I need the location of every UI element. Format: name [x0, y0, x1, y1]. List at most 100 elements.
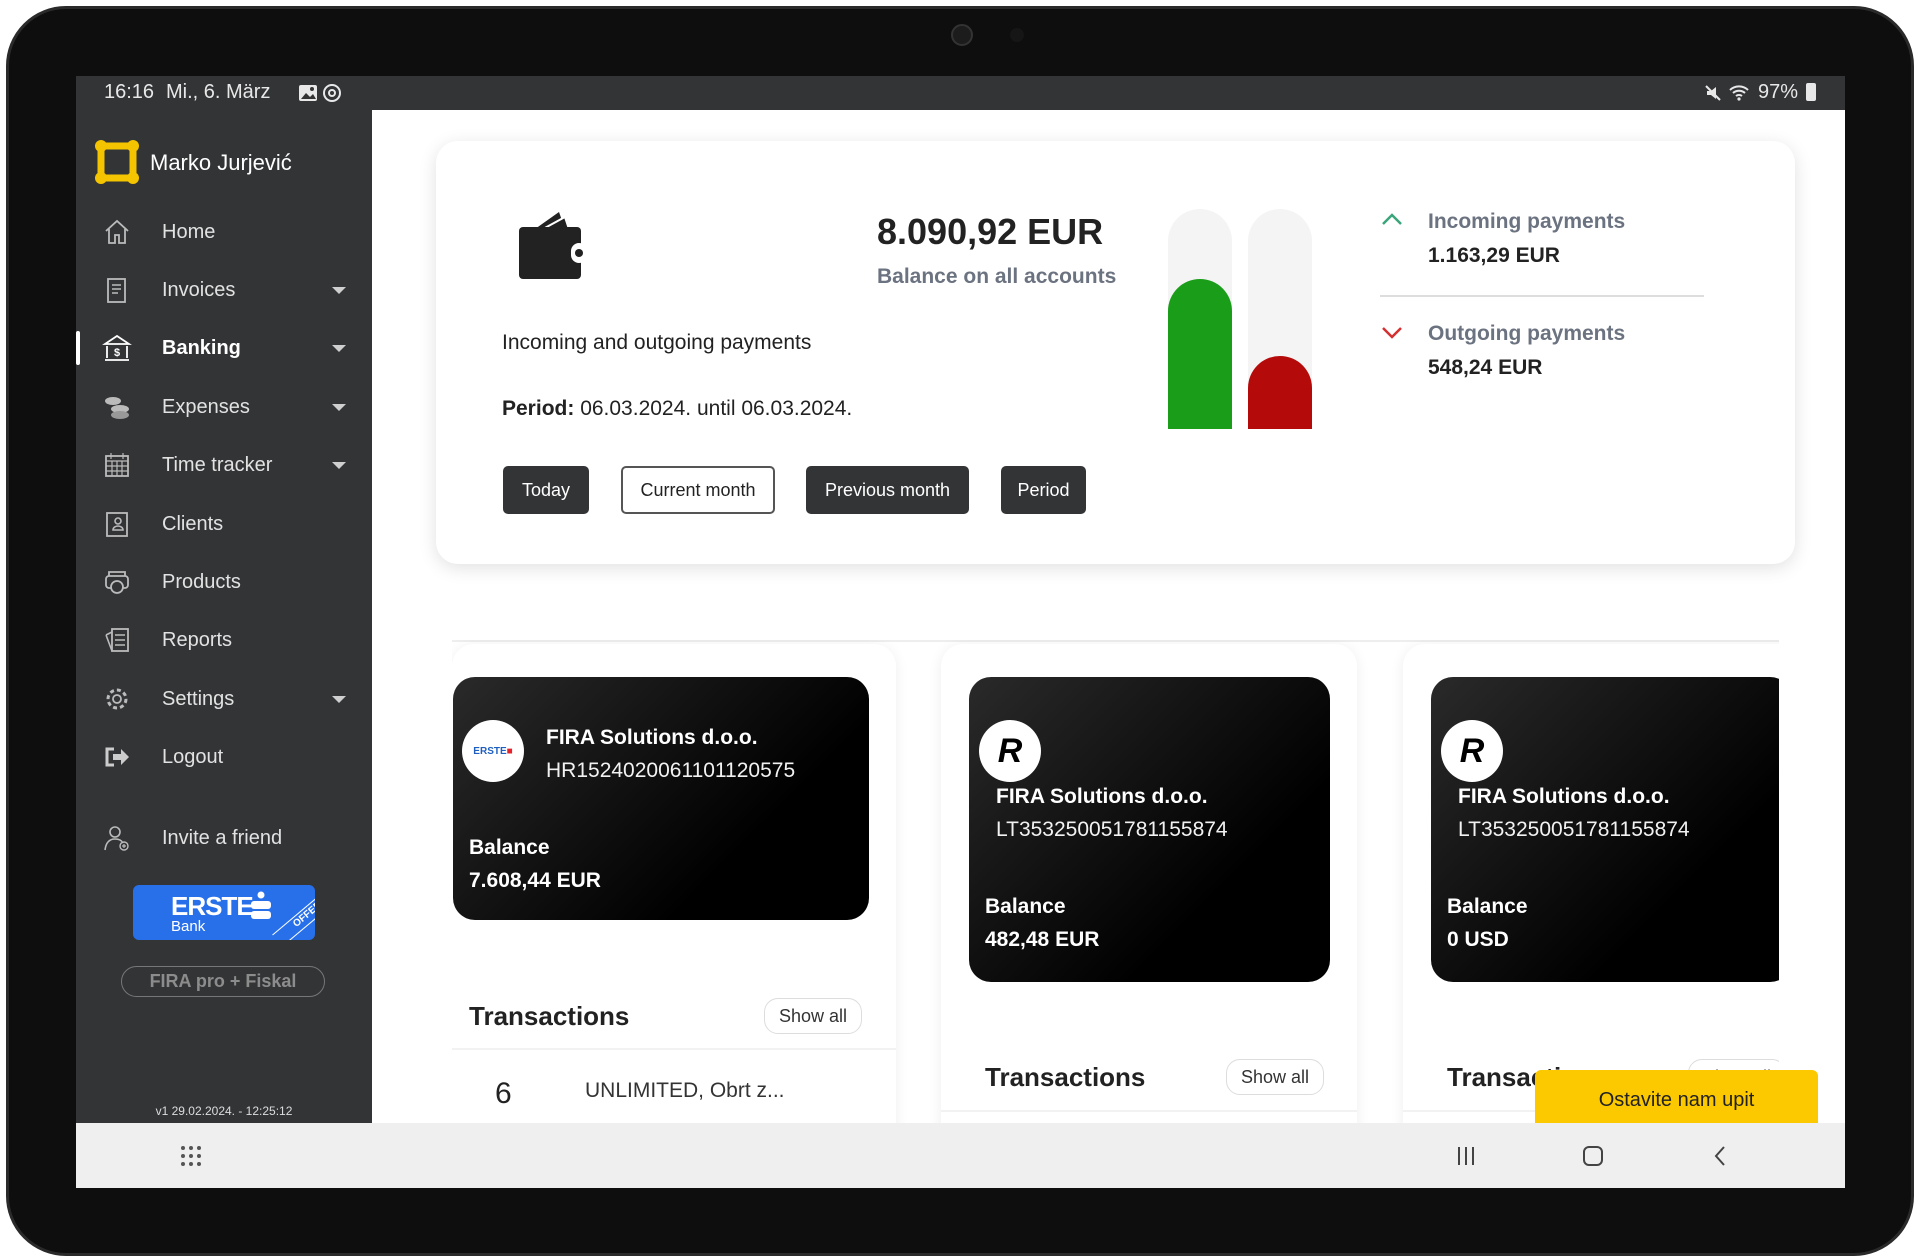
outgoing-label: Outgoing payments: [1428, 322, 1626, 345]
battery-percent: 97%: [1758, 81, 1799, 103]
period-button[interactable]: Period: [1001, 466, 1086, 514]
sync-icon: [323, 84, 341, 102]
recents-icon[interactable]: [1454, 1144, 1478, 1168]
incoming-bar: [1168, 279, 1232, 429]
sidebar-item-label: Expenses: [162, 395, 250, 418]
transactions-title: Transactions: [985, 1062, 1146, 1092]
offer-ribbon-text: OFFER: [291, 899, 315, 930]
sidebar-item-home[interactable]: Home: [76, 207, 372, 257]
account-card[interactable]: ERSTE■ FIRA Solutions d.o.o. HR152402006…: [453, 677, 869, 920]
sidebar-item-label: Clients: [162, 512, 224, 535]
account-name: FIRA Solutions d.o.o.: [546, 726, 758, 749]
battery-icon: [1806, 83, 1816, 101]
account-name: FIRA Solutions d.o.o.: [996, 785, 1208, 808]
account-card[interactable]: R FIRA Solutions d.o.o. LT35325005178115…: [1431, 677, 1779, 982]
balance-amount: 7.608,44 EUR: [469, 869, 601, 892]
invite-user-icon: [104, 826, 129, 851]
chevron-down-icon: [332, 461, 346, 469]
today-button[interactable]: Today: [503, 466, 589, 514]
bank-icon: $: [102, 334, 132, 361]
chevron-down-icon: [332, 695, 346, 703]
sidebar-item-label: Logout: [162, 745, 224, 768]
account-iban: LT353250051781155874: [996, 818, 1228, 841]
balance-amount: 0 USD: [1447, 928, 1509, 951]
wallet-icon: [519, 212, 587, 279]
sidebar-item-label: Banking: [162, 336, 241, 359]
sidebar-item-expenses[interactable]: Expenses: [76, 382, 372, 432]
sidebar-item-banking[interactable]: $ Banking: [76, 323, 372, 373]
transaction-row[interactable]: 6 UNLIMITED, Obrt z...: [452, 1064, 896, 1123]
transaction-day: 6: [495, 1077, 512, 1110]
revolut-logo: R: [979, 720, 1041, 782]
plan-badge[interactable]: FIRA pro + Fiskal: [121, 966, 325, 997]
version-label: v1 29.02.2024. - 12:25:12: [155, 1104, 293, 1118]
show-all-button[interactable]: Show all: [764, 998, 863, 1034]
sidebar-item-label: Settings: [162, 687, 235, 710]
divider: [941, 1110, 1357, 1112]
sidebar-item-label: Invoices: [162, 278, 236, 301]
android-nav-bar: [76, 1123, 1845, 1188]
sidebar-item-settings[interactable]: Settings: [76, 674, 372, 724]
sidebar-item-reports[interactable]: Reports: [76, 615, 372, 665]
sidebar-item-time-tracker[interactable]: Time tracker: [76, 440, 372, 490]
apps-icon[interactable]: [179, 1144, 203, 1168]
transactions-title: Transactions: [469, 1001, 630, 1031]
account-iban: HR1524020061101120575: [546, 759, 796, 782]
sidebar-item-label: Reports: [162, 628, 233, 651]
account-panel: ERSTE■ FIRA Solutions d.o.o. HR152402006…: [452, 644, 896, 1123]
offer-ribbon: OFFER: [272, 885, 315, 940]
incoming-bar-track: [1168, 209, 1232, 429]
summary-card: 8.090,92 EUR Balance on all accounts Inc…: [436, 141, 1795, 564]
sidebar-item-products[interactable]: Products: [76, 557, 372, 607]
chevron-down-icon: [332, 344, 346, 352]
chevron-down-icon: [332, 286, 346, 294]
period-label: Period:: [502, 397, 575, 420]
revolut-letter: R: [1459, 731, 1485, 770]
outgoing-amount: 548,24 EUR: [1428, 356, 1543, 379]
outgoing-bar-track: [1248, 209, 1312, 429]
erste-s-logo: [251, 891, 271, 919]
account-panel: R FIRA Solutions d.o.o. LT35325005178115…: [1403, 644, 1779, 1123]
invite-friend-link[interactable]: Invite a friend: [76, 813, 372, 863]
calendar-icon: [105, 453, 129, 477]
erste-offer-banner[interactable]: ERSTE Bank OFFER: [133, 885, 315, 940]
logout-icon: [105, 747, 129, 767]
arrow-up-icon: [1382, 213, 1402, 225]
balance-label: Balance: [469, 836, 550, 859]
previous-month-button[interactable]: Previous month: [806, 466, 969, 514]
screen: 16:16 Mi., 6. März 97% Marko Jurjević Ho…: [76, 76, 1845, 1188]
period-line: Period: 06.03.2024. until 06.03.2024.: [502, 397, 852, 421]
chevron-down-icon: [332, 403, 346, 411]
gallery-icon: [299, 85, 317, 101]
current-month-button[interactable]: Current month: [621, 466, 775, 514]
account-panel: R FIRA Solutions d.o.o. LT35325005178115…: [941, 644, 1357, 1123]
main-content: 8.090,92 EUR Balance on all accounts Inc…: [372, 110, 1845, 1123]
plan-label: FIRA pro + Fiskal: [149, 971, 297, 991]
home-button-icon[interactable]: [1581, 1144, 1605, 1168]
sidebar-item-invoices[interactable]: Invoices: [76, 265, 372, 315]
revolut-letter: R: [997, 731, 1023, 770]
back-icon[interactable]: [1709, 1144, 1733, 1168]
account-card[interactable]: R FIRA Solutions d.o.o. LT35325005178115…: [969, 677, 1330, 982]
show-all-button[interactable]: Show all: [1226, 1059, 1325, 1095]
svg-text:$: $: [114, 347, 120, 359]
payments-divider: [1380, 295, 1704, 297]
revolut-logo: R: [1441, 720, 1503, 782]
carousel-top-line: [452, 640, 1779, 642]
invoice-icon: [107, 278, 126, 303]
sidebar-item-label: Time tracker: [162, 453, 273, 476]
sidebar-item-label: Products: [162, 570, 241, 593]
status-date: Mi., 6. März: [166, 81, 271, 103]
sidebar-item-logout[interactable]: Logout: [76, 732, 372, 782]
period-value: 06.03.2024. until 06.03.2024.: [580, 397, 853, 420]
incoming-label: Incoming payments: [1428, 210, 1626, 233]
reports-icon: [105, 628, 129, 652]
invite-label: Invite a friend: [162, 826, 283, 849]
total-balance: 8.090,92 EUR: [877, 211, 1104, 252]
sidebar: Marko Jurjević Home Invoices $ Banking E…: [76, 110, 372, 1123]
contact-us-button[interactable]: Ostavite nam upit: [1535, 1070, 1818, 1123]
coins-icon: [105, 397, 129, 419]
payments-subtitle: Incoming and outgoing payments: [502, 331, 812, 354]
sidebar-item-clients[interactable]: Clients: [76, 499, 372, 549]
accounts-carousel[interactable]: ERSTE■ FIRA Solutions d.o.o. HR152402006…: [452, 640, 1779, 1123]
